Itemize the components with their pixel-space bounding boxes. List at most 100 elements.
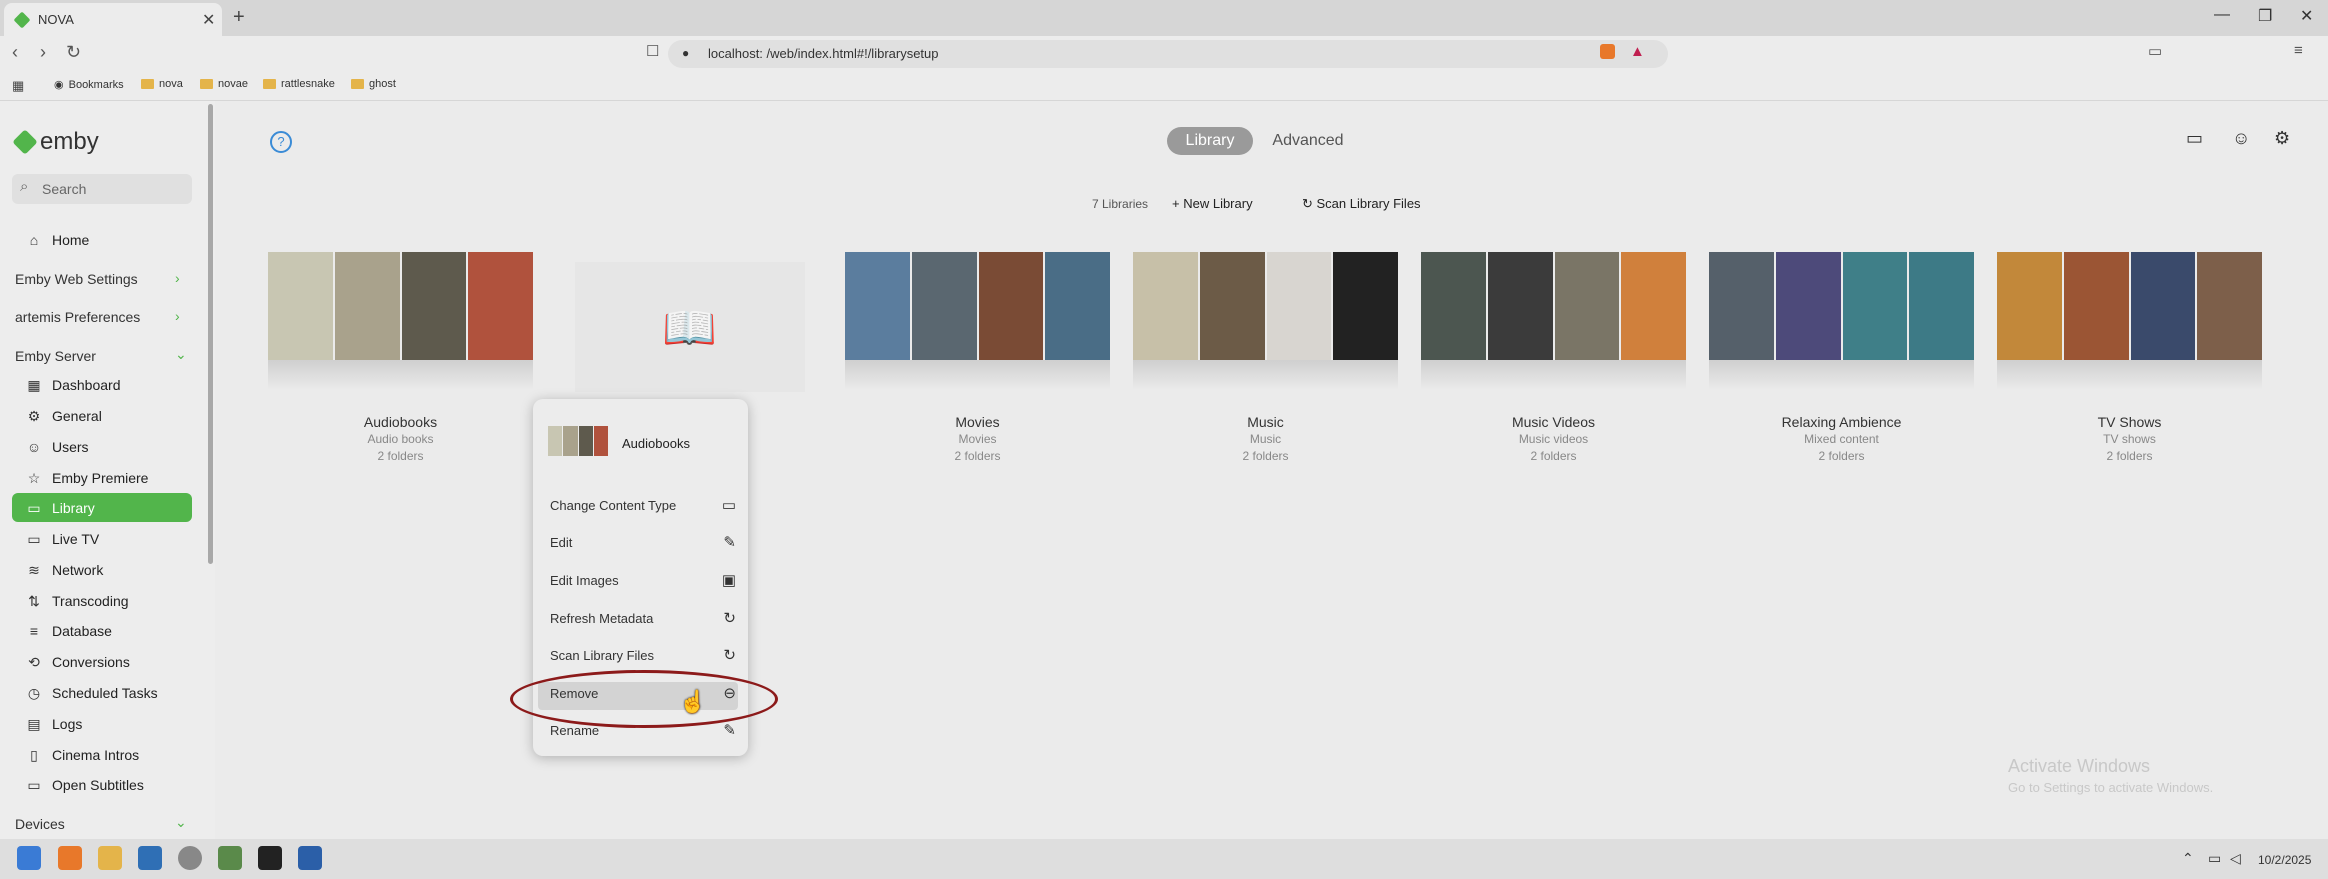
poster-reflection: [1421, 360, 1686, 390]
sidebar-item-emby-premiere[interactable]: ☆ Emby Premiere: [26, 467, 149, 489]
reload-icon[interactable]: ↻: [66, 42, 81, 63]
sidebar-item-scheduled-tasks[interactable]: ◷ Scheduled Tasks: [26, 682, 158, 704]
tab-advanced[interactable]: Advanced: [1263, 127, 1353, 155]
start-icon[interactable]: [17, 846, 41, 870]
poster-reflection: [845, 360, 1110, 390]
library-card-relaxing-ambience[interactable]: Relaxing Ambience Mixed content 2 folder…: [1709, 252, 1974, 467]
poster-image: [2130, 252, 2196, 360]
app-icon[interactable]: [138, 846, 162, 870]
sidebar-item-conversions[interactable]: ⟲ Conversions: [26, 651, 130, 673]
brave-shield-icon[interactable]: [1600, 44, 1615, 59]
scan-library-files-button[interactable]: ↻ Scan Library Files: [1302, 196, 1421, 212]
cast-icon[interactable]: ▭: [2186, 128, 2203, 149]
app-icon[interactable]: [218, 846, 242, 870]
sidebar-item-network[interactable]: ≋ Network: [26, 559, 103, 581]
tab-close-icon[interactable]: ✕: [202, 10, 215, 30]
brave-rewards-icon[interactable]: ▲: [1630, 43, 1645, 60]
browser-tab-bar: [0, 0, 2328, 36]
bookmark-rattlesnake[interactable]: rattlesnake: [263, 78, 335, 90]
clock-app-icon[interactable]: [178, 846, 202, 870]
section-emby-server[interactable]: Emby Server: [15, 348, 96, 364]
bookmark-nova[interactable]: nova: [141, 78, 183, 90]
library-card-tv-shows[interactable]: TV Shows TV shows 2 folders: [1997, 252, 2262, 467]
poster-reflection: [1133, 360, 1398, 390]
library-name: Relaxing Ambience: [1781, 414, 1902, 430]
bookmarks-bar: [0, 72, 2328, 101]
tab-library[interactable]: Library: [1167, 127, 1253, 155]
sidebar-item-logs[interactable]: ▤ Logs: [26, 713, 82, 735]
chevron-right-icon[interactable]: ›: [175, 270, 180, 286]
sidebar-scrollbar[interactable]: [208, 104, 213, 564]
file-explorer-icon[interactable]: [98, 846, 122, 870]
library-count: 7 Libraries: [1092, 197, 1149, 211]
emby-logo[interactable]: emby: [12, 128, 99, 156]
new-tab-button[interactable]: +: [233, 6, 245, 29]
sidebar-item-live-tv[interactable]: ▭ Live TV: [26, 528, 99, 550]
search-input[interactable]: ⌕ Search: [12, 174, 192, 204]
bookmark-novae[interactable]: novae: [200, 78, 248, 90]
plus-icon: +: [1172, 196, 1184, 211]
poster-reflection: [1709, 360, 1974, 390]
poster-image: [1199, 252, 1265, 360]
sidebar-item-users[interactable]: ☺ Users: [26, 436, 89, 458]
network-icon[interactable]: ▭: [2208, 850, 2221, 867]
help-icon[interactable]: ?: [270, 131, 292, 153]
library-card-audiobooks[interactable]: Audiobooks Audio books 2 folders: [268, 252, 533, 467]
site-info-icon[interactable]: ●: [682, 46, 689, 60]
sidebar-item-cinema-intros[interactable]: ▯ Cinema Intros: [26, 744, 139, 766]
settings-gear-icon[interactable]: ⚙: [2274, 128, 2290, 149]
poster-image: [1775, 252, 1841, 360]
volume-icon[interactable]: ◁: [2230, 850, 2241, 867]
menu-item-change-content-type[interactable]: Change Content Type ▭: [550, 495, 736, 517]
user-icon[interactable]: ☺: [2232, 128, 2250, 149]
extensions-icon[interactable]: ▭: [2148, 42, 2162, 60]
sidebar-item-home[interactable]: ⌂ Home: [26, 229, 90, 251]
forward-icon[interactable]: ›: [40, 42, 46, 63]
bookmark-page-icon[interactable]: ☐: [646, 42, 659, 60]
menu-item-edit[interactable]: Edit ✎: [550, 532, 736, 554]
sidebar-item-open-subtitles[interactable]: ▭ Open Subtitles: [26, 774, 143, 796]
sidebar-item-general[interactable]: ⚙ General: [26, 405, 102, 427]
poster-image: [2197, 252, 2262, 360]
apps-grid-icon[interactable]: ▦: [12, 78, 24, 94]
section-preferences[interactable]: artemis Preferences: [15, 309, 140, 325]
url-text: localhost: /web/index.html#!/librarysetu…: [708, 46, 939, 61]
image-icon: ▣: [721, 572, 736, 589]
browser-tab[interactable]: NOVA ✕: [4, 3, 222, 36]
menu-item-refresh-metadata[interactable]: Refresh Metadata ↻: [550, 608, 736, 630]
powershell-icon[interactable]: [298, 846, 322, 870]
tv-icon: ▭: [27, 530, 41, 547]
maximize-button[interactable]: ❐: [2258, 6, 2272, 26]
new-library-button[interactable]: + New Library: [1172, 196, 1253, 211]
minimize-button[interactable]: —: [2214, 6, 2230, 24]
sidebar-item-library[interactable]: ▭ Library: [26, 497, 94, 519]
poster-image: [593, 426, 608, 456]
tray-chevron-icon[interactable]: ⌃: [2182, 850, 2194, 867]
library-card-movies[interactable]: Movies Movies 2 folders: [845, 252, 1110, 467]
menu-item-scan-library-files[interactable]: Scan Library Files ↻: [550, 645, 736, 667]
search-icon: ⌕: [20, 178, 29, 195]
poster-image: [1266, 252, 1332, 360]
sidebar-item-dashboard[interactable]: ▦ Dashboard: [26, 374, 120, 396]
section-devices[interactable]: Devices: [15, 816, 65, 832]
close-window-button[interactable]: ✕: [2300, 6, 2313, 26]
chevron-right-icon[interactable]: ›: [175, 308, 180, 324]
sidebar-item-database[interactable]: ≡ Database: [26, 620, 112, 642]
bookmark-bookmarks[interactable]: ◉ Bookmarks: [54, 78, 124, 92]
back-icon[interactable]: ‹: [12, 42, 18, 63]
poster-image: [468, 252, 533, 360]
folder-icon: ▭: [721, 497, 736, 514]
terminal-icon[interactable]: [258, 846, 282, 870]
brave-browser-icon[interactable]: [58, 846, 82, 870]
chevron-down-icon[interactable]: ⌄: [175, 346, 187, 363]
menu-icon[interactable]: ≡: [2294, 42, 2303, 59]
bookmark-ghost[interactable]: ghost: [351, 78, 396, 90]
library-card-music-videos[interactable]: Music Videos Music videos 2 folders: [1421, 252, 1686, 467]
pencil-icon: ✎: [723, 534, 736, 551]
menu-item-edit-images[interactable]: Edit Images ▣: [550, 570, 736, 592]
chevron-down-icon[interactable]: ⌄: [175, 814, 187, 831]
sidebar-item-transcoding[interactable]: ⇅ Transcoding: [26, 590, 128, 612]
library-card-music[interactable]: Music Music 2 folders: [1133, 252, 1398, 467]
section-web-settings[interactable]: Emby Web Settings: [15, 271, 138, 287]
users-icon: ☺: [26, 439, 42, 455]
